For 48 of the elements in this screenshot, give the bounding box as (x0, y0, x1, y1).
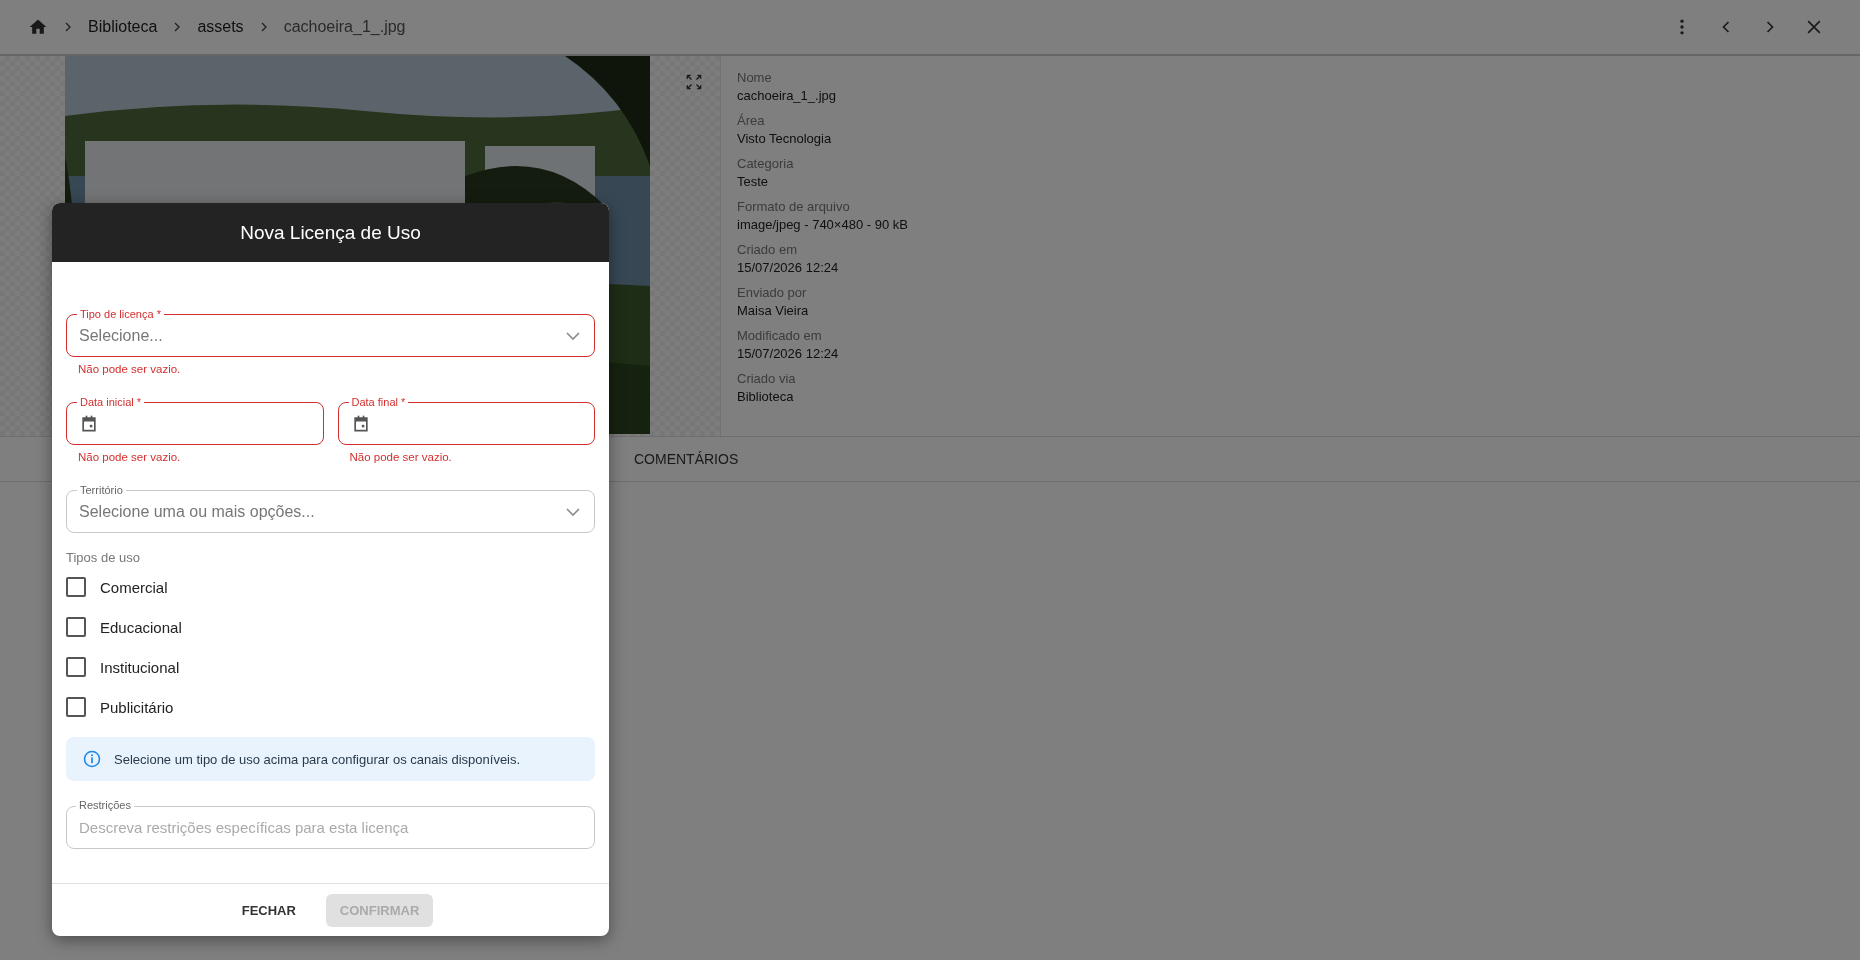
checkbox-label[interactable]: Comercial (100, 578, 168, 596)
detail-value: 15/07/2026 12:24 (737, 260, 840, 275)
breadcrumb-item: cachoeira_1_.jpg (283, 18, 406, 36)
placeholder-text: Selecione... (79, 326, 163, 345)
error-message: Não pode ser vazio. (348, 450, 453, 465)
detail-value: image/jpeg - 740×480 - 90 kB (737, 217, 908, 232)
checkbox-label[interactable]: Publicitário (100, 698, 174, 716)
detail-value: 15/07/2026 12:24 (737, 346, 840, 361)
expand-icon[interactable] (684, 72, 704, 92)
field-label: Restrições (76, 798, 134, 812)
detail-value: Biblioteca (737, 389, 795, 404)
detail-value: Maisa Vieira (737, 303, 810, 318)
breadcrumb-item[interactable]: assets (197, 18, 244, 36)
field-label: Território (77, 483, 126, 497)
detail-label: Modificado em (737, 328, 823, 343)
detail-label: Criado via (737, 371, 797, 386)
checkbox[interactable] (66, 657, 86, 677)
field-label: Tipo de licença * (77, 307, 164, 321)
detail-value: cachoeira_1_.jpg (737, 88, 838, 103)
info-icon (82, 749, 102, 769)
detail-value: Visto Tecnologia (737, 131, 833, 146)
placeholder-text: Selecione uma ou mais opções... (79, 502, 315, 521)
field-label: Data inicial * (77, 395, 145, 409)
calendar-icon[interactable] (79, 413, 99, 434)
checkbox[interactable] (66, 617, 86, 637)
checkbox[interactable] (66, 697, 86, 717)
error-message: Não pode ser vazio. (77, 362, 182, 377)
chevron-down-icon (566, 331, 580, 340)
field-label: Data final * (348, 395, 409, 409)
detail-label: Categoria (737, 156, 795, 171)
detail-label: Enviado por (737, 285, 808, 300)
breadcrumb-item[interactable]: Biblioteca (88, 18, 158, 36)
checkbox-label[interactable]: Educacional (100, 618, 182, 636)
checkbox[interactable] (66, 577, 86, 597)
detail-label: Nome (737, 70, 773, 85)
detail-value: Teste (737, 174, 770, 189)
detail-label: Área (737, 113, 766, 128)
error-message: Não pode ser vazio. (77, 450, 182, 465)
detail-label: Criado em (737, 242, 798, 257)
info-text: Selecione um tipo de uso acima para configurar os canais disponíveis. (114, 751, 521, 767)
section-label: Tipos de uso (66, 550, 141, 565)
home-icon[interactable] (28, 17, 48, 37)
dialog-title: Nova Licença de Uso (240, 221, 421, 244)
detail-label: Formato de arquivo (737, 199, 851, 214)
tab[interactable]: COMENTÁRIOS (620, 439, 753, 479)
chevron-down-icon (566, 507, 580, 516)
checkbox-label[interactable]: Institucional (100, 658, 180, 676)
close-button[interactable]: FECHAR (227, 893, 310, 927)
